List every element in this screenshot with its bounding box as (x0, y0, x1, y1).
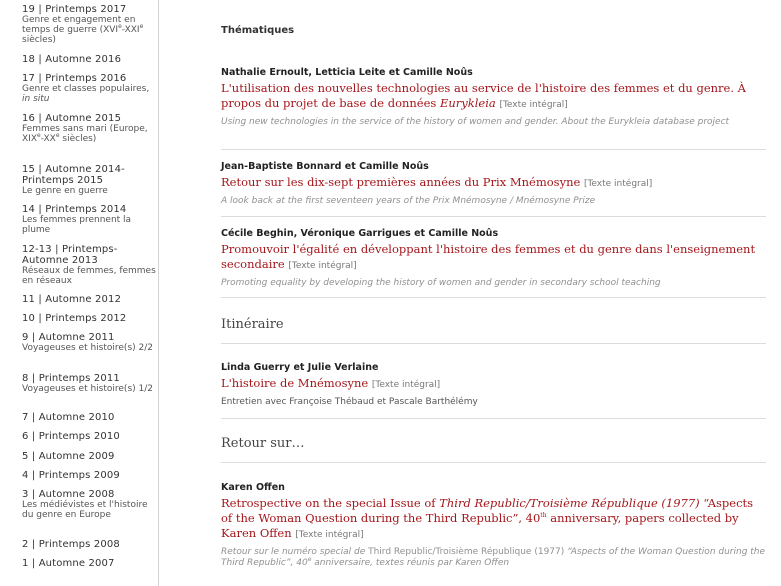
article-egalite: Cécile Beghin, Véronique Garrigues et Ca… (221, 228, 766, 289)
issue-19[interactable]: 19 | Printemps 2017 Genre et engagement … (0, 4, 158, 45)
issue-4[interactable]: 4 | Printemps 2009 (0, 470, 120, 481)
article-authors: Karen Offen (221, 482, 285, 493)
full-text-link[interactable]: [Texte intégral] (499, 100, 567, 110)
issue-1[interactable]: 1 | Automne 2007 (0, 558, 115, 569)
article-eurykleia: Nathalie Ernoult, Letticia Leite et Cami… (221, 67, 766, 128)
issue-subtitle[interactable]: Les médiévistes et l'histoire du genre e… (22, 500, 158, 520)
issue-title[interactable]: 4 | Printemps 2009 (22, 470, 120, 481)
divider (221, 216, 766, 217)
article-title-link[interactable]: Promouvoir l'égalité en développant l'hi… (221, 242, 766, 274)
article-histoire-mnemosyne: Linda Guerry et Julie Verlaine L'histoir… (221, 362, 766, 408)
issue-title[interactable]: 12-13 | Printemps-Automne 2013 (22, 244, 158, 266)
issue-2[interactable]: 2 | Printemps 2008 (0, 539, 120, 550)
full-text-link[interactable]: [Texte intégral] (295, 530, 363, 540)
issues-sidebar: 19 | Printemps 2017 Genre et engagement … (0, 0, 159, 586)
divider (221, 418, 766, 419)
issue-title[interactable]: 1 | Automne 2007 (22, 558, 115, 569)
issue-9[interactable]: 9 | Automne 2011 Voyageuses et histoire(… (0, 332, 153, 353)
issue-title[interactable]: 3 | Automne 2008 (22, 489, 158, 500)
issue-16[interactable]: 16 | Automne 2015 Femmes sans mari (Euro… (0, 113, 158, 144)
issue-title[interactable]: 6 | Printemps 2010 (22, 431, 120, 442)
issue-3[interactable]: 3 | Automne 2008 Les médiévistes et l'hi… (0, 489, 158, 520)
article-title-link[interactable]: Retrospective on the special Issue of Th… (221, 496, 766, 543)
issue-subtitle[interactable]: Voyageuses et histoire(s) 2/2 (22, 343, 153, 353)
issue-subtitle[interactable]: Le genre en guerre (22, 186, 158, 196)
issue-title[interactable]: 10 | Printemps 2012 (22, 313, 126, 324)
issue-subtitle[interactable]: Voyageuses et histoire(s) 1/2 (22, 384, 153, 394)
issue-subtitle[interactable]: Femmes sans mari (Europe, XIXe-XXe siècl… (22, 124, 158, 144)
issue-17[interactable]: 17 | Printemps 2016 Genre et classes pop… (0, 73, 158, 104)
issue-15[interactable]: 15 | Automne 2014-Printemps 2015 Le genr… (0, 164, 158, 196)
article-translation: Using new technologies in the service of… (221, 117, 730, 127)
article-karen-offen: Karen Offen Retrospective on the special… (221, 482, 766, 569)
issue-title[interactable]: 17 | Printemps 2016 (22, 73, 158, 84)
issue-18[interactable]: 18 | Automne 2016 (0, 54, 121, 65)
divider (221, 149, 766, 150)
article-authors: Cécile Beghin, Véronique Garrigues et Ca… (221, 228, 499, 239)
issue-title[interactable]: 2 | Printemps 2008 (22, 539, 120, 550)
article-translation: Retour sur le numéro special de Third Re… (221, 547, 766, 568)
article-authors: Linda Guerry et Julie Verlaine (221, 362, 379, 373)
full-text-link[interactable]: [Texte intégral] (584, 179, 652, 189)
issue-11[interactable]: 11 | Automne 2012 (0, 294, 121, 305)
issue-title[interactable]: 9 | Automne 2011 (22, 332, 153, 343)
section-retour-heading: Retour sur… (221, 436, 305, 451)
divider (221, 462, 766, 463)
article-translation: Promoting equality by developing the his… (221, 278, 661, 288)
issue-title[interactable]: 7 | Automne 2010 (22, 412, 115, 423)
article-prix-mnemosyne: Jean-Baptiste Bonnard et Camille Noûs Re… (221, 161, 766, 207)
issue-8[interactable]: 8 | Printemps 2011 Voyageuses et histoir… (0, 373, 153, 394)
issue-title[interactable]: 8 | Printemps 2011 (22, 373, 153, 384)
article-title-link[interactable]: L'histoire de Mnémosyne [Texte intégral] (221, 376, 766, 393)
article-translation: A look back at the first seventeen years… (221, 196, 596, 206)
issue-title[interactable]: 19 | Printemps 2017 (22, 4, 158, 15)
issue-5[interactable]: 5 | Automne 2009 (0, 451, 115, 462)
article-subtitle: Entretien avec Françoise Thébaud et Pasc… (221, 397, 478, 407)
issue-14[interactable]: 14 | Printemps 2014 Les femmes prennent … (0, 204, 158, 235)
full-text-link[interactable]: [Texte intégral] (288, 261, 356, 271)
section-itineraire-heading: Itinéraire (221, 317, 284, 332)
issue-subtitle[interactable]: Genre et classes populaires, in situ (22, 84, 158, 104)
issue-subtitle[interactable]: Genre et engagement en temps de guerre (… (22, 15, 158, 45)
divider (221, 343, 766, 344)
issue-6[interactable]: 6 | Printemps 2010 (0, 431, 120, 442)
issue-title[interactable]: 11 | Automne 2012 (22, 294, 121, 305)
issue-10[interactable]: 10 | Printemps 2012 (0, 313, 126, 324)
issue-title[interactable]: 15 | Automne 2014-Printemps 2015 (22, 164, 158, 186)
issue-title[interactable]: 14 | Printemps 2014 (22, 204, 158, 215)
article-authors: Jean-Baptiste Bonnard et Camille Noûs (221, 161, 429, 172)
issue-title[interactable]: 18 | Automne 2016 (22, 54, 121, 65)
issue-7[interactable]: 7 | Automne 2010 (0, 412, 115, 423)
article-title-link[interactable]: Retour sur les dix-sept premières années… (221, 175, 766, 192)
article-title-link[interactable]: L'utilisation des nouvelles technologies… (221, 81, 766, 113)
divider (221, 297, 766, 298)
issue-12-13[interactable]: 12-13 | Printemps-Automne 2013 Réseaux d… (0, 244, 158, 286)
issue-title[interactable]: 16 | Automne 2015 (22, 113, 158, 124)
issue-title[interactable]: 5 | Automne 2009 (22, 451, 115, 462)
issue-subtitle[interactable]: Les femmes prennent la plume (22, 215, 158, 235)
full-text-link[interactable]: [Texte intégral] (372, 380, 440, 390)
issue-subtitle[interactable]: Réseaux de femmes, femmes en réseaux (22, 266, 158, 286)
section-thematiques-label: Thématiques (221, 25, 295, 36)
article-authors: Nathalie Ernoult, Letticia Leite et Cami… (221, 67, 473, 78)
